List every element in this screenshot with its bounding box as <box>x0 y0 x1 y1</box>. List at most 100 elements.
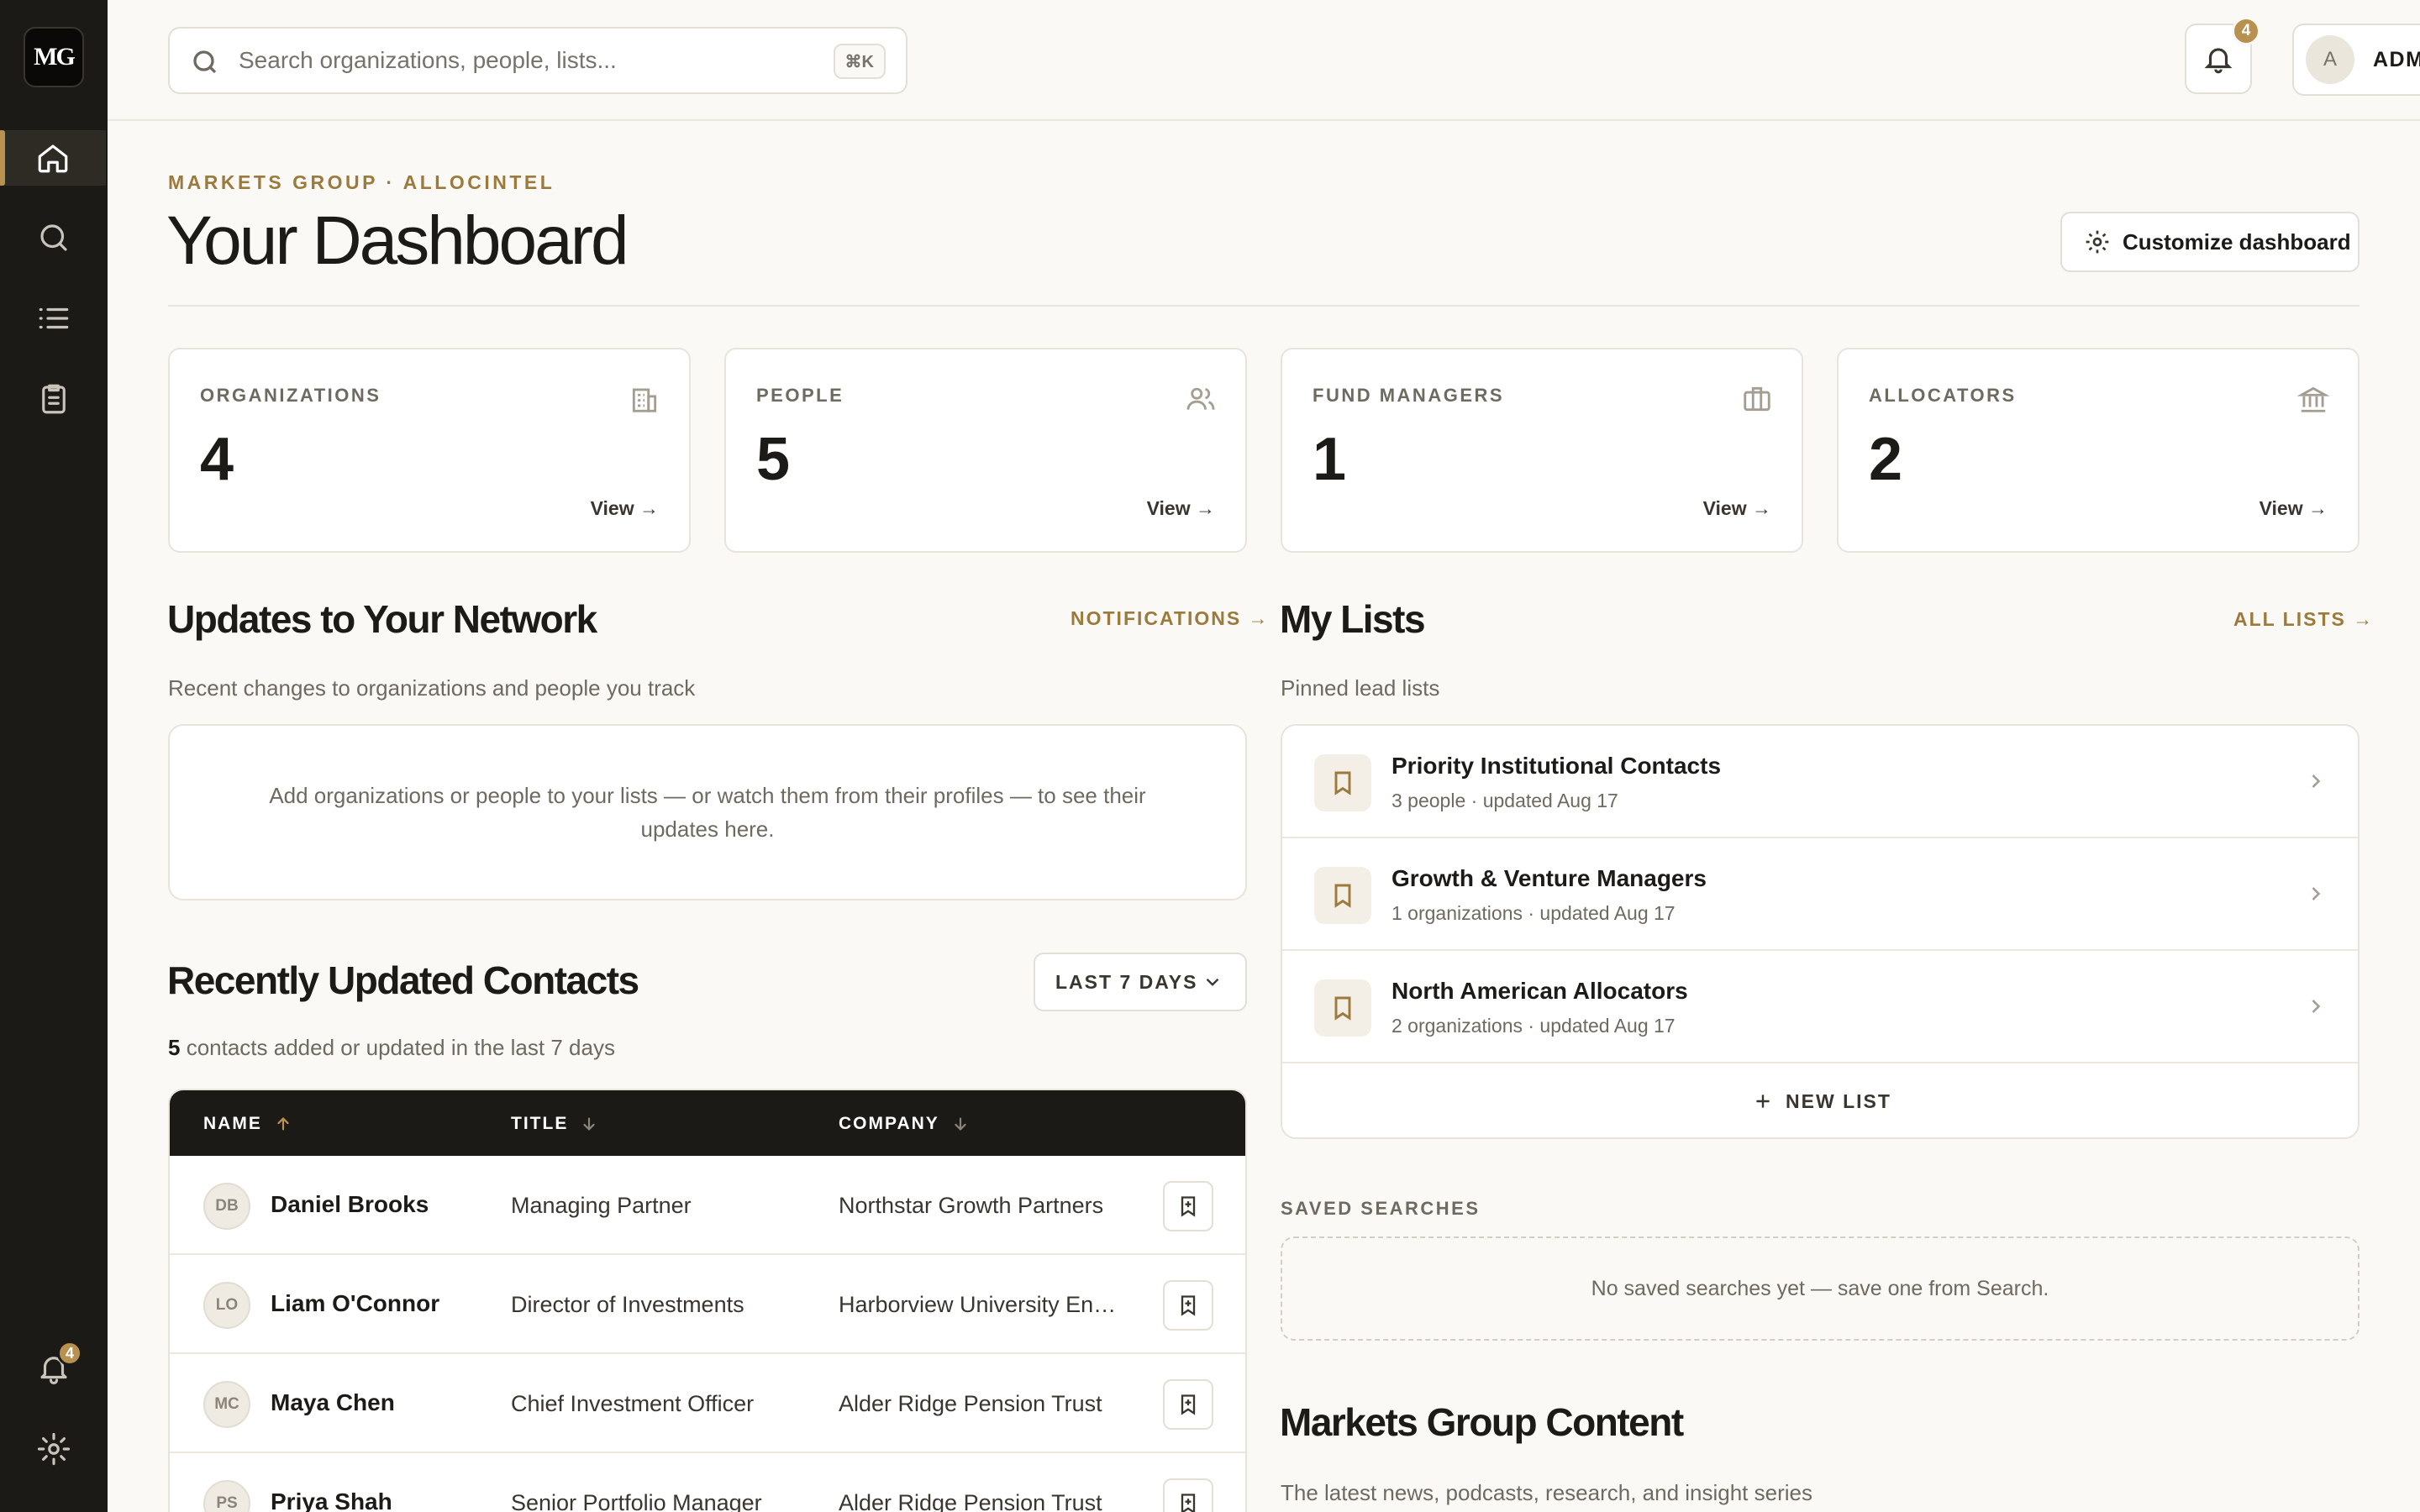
table-header: NAME TITLE COMPANY <box>170 1090 1245 1156</box>
building-icon <box>632 388 657 412</box>
contact-company[interactable]: Northstar Growth Partners <box>839 1193 1124 1219</box>
column-header-company[interactable]: COMPANY <box>839 1114 970 1134</box>
contacts-count-label: contacts added or updated in the last 7 … <box>186 1035 615 1060</box>
updates-subtitle: Recent changes to organizations and peop… <box>168 675 696 701</box>
contact-company[interactable]: Harborview University Endowment <box>839 1292 1124 1318</box>
sort-icon <box>955 1117 966 1131</box>
user-menu-button[interactable]: A ADMIN <box>2292 24 2420 96</box>
user-name: ADMIN <box>2373 47 2420 71</box>
view-organizations-link[interactable]: View → <box>591 497 659 520</box>
bookmark-plus-icon <box>1181 1494 1196 1512</box>
view-fund-managers-link[interactable]: View → <box>1703 497 1771 520</box>
list-icon <box>39 307 69 329</box>
table-row[interactable]: MC Maya Chen Chief Investment Officer Al… <box>170 1354 1245 1453</box>
date-range-dropdown[interactable]: LAST 7 DAYS <box>1034 953 1247 1011</box>
contact-name[interactable]: Liam O'Connor <box>271 1290 439 1317</box>
avatar: MC <box>203 1381 250 1428</box>
notifications-link[interactable]: NOTIFICATIONS → <box>1071 607 1270 630</box>
contact-name[interactable]: Priya Shah <box>271 1488 392 1512</box>
briefcase-icon <box>1744 386 1770 412</box>
bank-icon <box>2297 386 2329 412</box>
contacts-count-text: 5 contacts added or updated in the last … <box>168 1035 615 1061</box>
list-name: Growth & Venture Managers <box>1392 865 1707 891</box>
table-row[interactable]: DB Daniel Brooks Managing Partner Norths… <box>170 1156 1245 1255</box>
nav-reports[interactable] <box>0 371 108 427</box>
nav-lists[interactable] <box>0 291 108 346</box>
stat-card-allocators: ALLOCATORS 2 View → <box>1837 348 2360 553</box>
list-icon-tile <box>1314 754 1371 811</box>
pinned-lists: Priority Institutional Contacts 3 people… <box>1281 724 2360 1139</box>
view-people-link[interactable]: View → <box>1147 497 1215 520</box>
nav-settings[interactable] <box>0 1421 108 1477</box>
contact-name[interactable]: Maya Chen <box>271 1389 395 1416</box>
saved-searches-label: SAVED SEARCHES <box>1281 1198 1481 1219</box>
list-meta: 1 organizations · updated Aug 17 <box>1392 902 1676 924</box>
avatar: PS <box>203 1480 250 1512</box>
sort-ascending-icon <box>277 1117 289 1131</box>
stat-value: 2 <box>1869 426 1903 493</box>
table-row[interactable]: PS Priya Shah Senior Portfolio Manager A… <box>170 1453 1245 1512</box>
lists-title: My Lists <box>1280 597 1426 641</box>
search-input[interactable]: Search organizations, people, lists... ⌘… <box>168 27 908 94</box>
column-header-name[interactable]: NAME <box>203 1114 292 1134</box>
add-to-list-button[interactable] <box>1163 1280 1213 1331</box>
contacts-count: 5 <box>168 1035 181 1060</box>
list-name: Priority Institutional Contacts <box>1392 753 1722 779</box>
page-title: Your Dashboard <box>166 202 629 279</box>
top-bar: Search organizations, people, lists... ⌘… <box>108 0 2420 121</box>
add-to-list-button[interactable] <box>1163 1478 1213 1512</box>
contact-company[interactable]: Alder Ridge Pension Trust <box>839 1490 1124 1512</box>
search-icon <box>193 50 217 74</box>
list-item[interactable]: North American Allocators 2 organization… <box>1282 951 2358 1063</box>
people-icon <box>1186 387 1215 410</box>
date-range-label: LAST 7 DAYS <box>1055 970 1198 993</box>
chevron-right-icon <box>2312 774 2321 788</box>
updates-title: Updates to Your Network <box>167 597 597 641</box>
bookmark-plus-icon <box>1181 1196 1196 1217</box>
bookmark-icon <box>1334 771 1351 795</box>
chevron-right-icon <box>2312 887 2321 900</box>
avatar: DB <box>203 1183 250 1230</box>
bell-icon <box>2204 48 2233 74</box>
search-placeholder: Search organizations, people, lists... <box>239 47 617 73</box>
clipboard-icon <box>42 384 66 414</box>
add-to-list-button[interactable] <box>1163 1379 1213 1430</box>
lists-subtitle: Pinned lead lists <box>1281 675 1440 701</box>
contact-title: Managing Partner <box>511 1193 692 1218</box>
list-name: North American Allocators <box>1392 978 1688 1004</box>
bookmark-plus-icon <box>1181 1295 1196 1316</box>
divider <box>168 305 2360 307</box>
list-meta: 2 organizations · updated Aug 17 <box>1392 1015 1676 1037</box>
nav-notifications[interactable]: 4 <box>0 1341 108 1396</box>
customize-dashboard-button[interactable]: Customize dashboard <box>2060 212 2360 272</box>
contact-title: Director of Investments <box>511 1292 744 1317</box>
add-to-list-button[interactable] <box>1163 1181 1213 1231</box>
list-item[interactable]: Priority Institutional Contacts 3 people… <box>1282 726 2358 838</box>
new-list-button[interactable]: NEW LIST <box>1282 1063 2358 1137</box>
table-row[interactable]: LO Liam O'Connor Director of Investments… <box>170 1255 1245 1354</box>
notification-badge: 4 <box>2232 17 2260 45</box>
contact-name[interactable]: Daniel Brooks <box>271 1191 429 1218</box>
nav-home[interactable] <box>0 130 106 186</box>
chevron-right-icon <box>2312 1000 2321 1013</box>
contact-company[interactable]: Alder Ridge Pension Trust <box>839 1391 1124 1417</box>
bookmark-plus-icon <box>1181 1394 1196 1415</box>
view-allocators-link[interactable]: View → <box>2260 497 2328 520</box>
contacts-title: Recently Updated Contacts <box>167 958 639 1002</box>
contact-title: Senior Portfolio Manager <box>511 1490 762 1512</box>
stat-label: ORGANIZATIONS <box>200 385 381 406</box>
column-label: TITLE <box>511 1114 569 1133</box>
bookmark-icon <box>1334 884 1351 908</box>
nav-search[interactable] <box>0 210 108 265</box>
stat-label: FUND MANAGERS <box>1313 385 1505 406</box>
list-item[interactable]: Growth & Venture Managers 1 organization… <box>1282 838 2358 951</box>
all-lists-link[interactable]: ALL LISTS → <box>2233 608 2374 631</box>
updates-empty-state: Add organizations or people to your list… <box>168 724 1247 900</box>
app-logo[interactable]: MG <box>24 27 84 87</box>
notifications-button[interactable]: 4 <box>2185 17 2260 94</box>
bookmark-icon <box>1334 996 1351 1021</box>
saved-searches-empty-state: No saved searches yet — save one from Se… <box>1281 1236 2360 1341</box>
list-icon-tile <box>1314 867 1371 924</box>
content-subtitle: The latest news, podcasts, research, and… <box>1281 1480 1812 1505</box>
column-header-title[interactable]: TITLE <box>511 1114 598 1134</box>
